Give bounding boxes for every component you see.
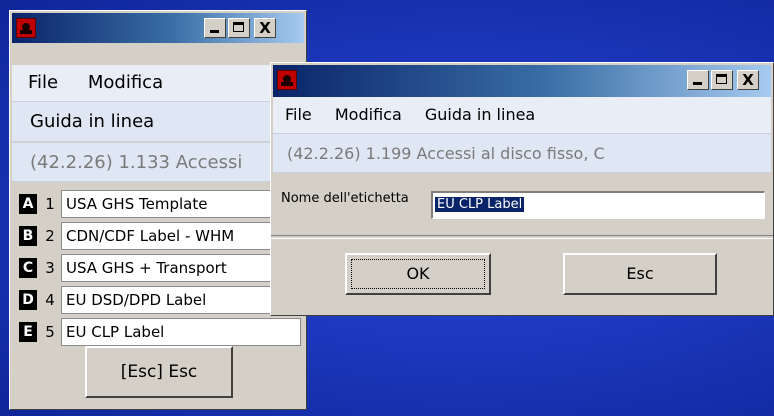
item-label[interactable]: EU DSD/DPD Label (61, 286, 301, 314)
shortcut-letter: A (19, 194, 37, 214)
maximize-button[interactable] (228, 18, 250, 38)
label-name-value: EU CLP Label (435, 197, 525, 212)
shortcut-letter: E (19, 322, 37, 342)
item-label[interactable]: USA GHS Template (61, 190, 301, 218)
menu-file[interactable]: File (28, 65, 58, 101)
main-window: X File Modifica Guida in linea (42.2.26)… (9, 10, 307, 410)
menu-edit[interactable]: Modifica (88, 65, 163, 101)
esc-button[interactable]: [Esc] Esc (85, 346, 233, 398)
label-name-dialog: X File Modifica Guida in linea (42.2.26)… (270, 62, 774, 316)
label-name-input[interactable]: EU CLP Label (431, 191, 765, 219)
dialog-titlebar[interactable]: X (273, 65, 771, 97)
maximize-icon (233, 22, 244, 32)
shortcut-letter: B (19, 226, 37, 246)
item-label[interactable]: USA GHS + Transport (61, 254, 301, 282)
ok-button[interactable]: OK (345, 253, 491, 295)
close-button[interactable]: X (737, 70, 759, 90)
item-label[interactable]: CDN/CDF Label - WHM (61, 222, 301, 250)
list-item[interactable]: E 5 EU CLP Label (19, 316, 309, 348)
list-item[interactable]: A 1 USA GHS Template (19, 188, 309, 220)
main-menubar-row2: Guida in linea (12, 101, 304, 141)
list-item[interactable]: D 4 EU DSD/DPD Label (19, 284, 309, 316)
item-label[interactable]: EU CLP Label (61, 318, 301, 346)
menu-help[interactable]: Guida in linea (30, 102, 154, 142)
focus-rectangle (351, 259, 485, 289)
item-number: 5 (45, 323, 55, 341)
main-menubar: File Modifica (12, 65, 304, 101)
shortcut-letter: D (19, 290, 37, 310)
esc-button[interactable]: Esc (563, 253, 717, 295)
dialog-menubar: File Modifica Guida in linea (273, 97, 771, 133)
maximize-button[interactable] (711, 70, 733, 90)
label-list: A 1 USA GHS Template B 2 CDN/CDF Label -… (19, 188, 309, 348)
close-icon: X (742, 71, 754, 89)
item-number: 3 (45, 259, 55, 277)
main-titlebar[interactable]: X (12, 13, 304, 43)
menu-edit[interactable]: Modifica (335, 97, 402, 133)
maximize-icon (716, 74, 727, 84)
main-status-text: (42.2.26) 1.133 Accessi (12, 142, 304, 182)
menu-help[interactable]: Guida in linea (425, 97, 535, 133)
app-skull-icon[interactable] (277, 70, 297, 90)
minimize-button[interactable] (687, 70, 709, 90)
list-item[interactable]: B 2 CDN/CDF Label - WHM (19, 220, 309, 252)
item-number: 1 (45, 195, 55, 213)
minimize-icon (693, 82, 702, 85)
minimize-icon (210, 30, 219, 33)
label-name-caption: Nome dell'etichetta (281, 191, 409, 206)
dialog-separator (271, 235, 773, 239)
minimize-button[interactable] (204, 18, 226, 38)
list-item[interactable]: C 3 USA GHS + Transport (19, 252, 309, 284)
menu-file[interactable]: File (285, 97, 312, 133)
item-number: 4 (45, 291, 55, 309)
app-skull-icon[interactable] (16, 18, 36, 38)
close-button[interactable]: X (254, 18, 276, 38)
close-icon: X (259, 19, 271, 37)
dialog-status-text: (42.2.26) 1.199 Accessi al disco fisso, … (273, 133, 771, 173)
item-number: 2 (45, 227, 55, 245)
shortcut-letter: C (19, 258, 37, 278)
